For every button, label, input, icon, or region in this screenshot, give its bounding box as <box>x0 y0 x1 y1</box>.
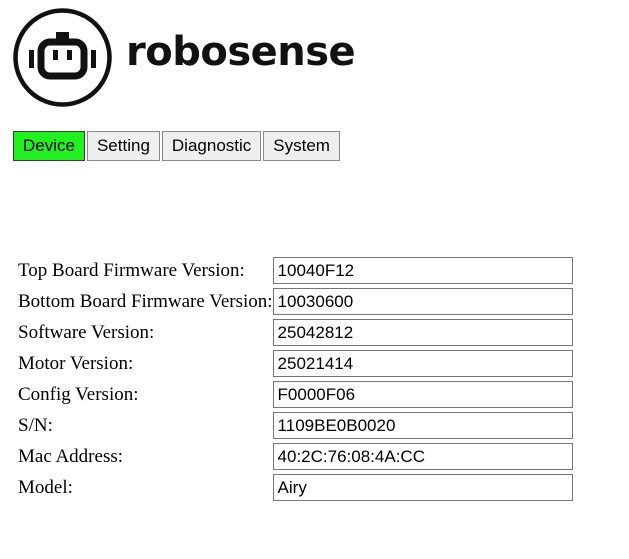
table-row: Software Version: 25042812 <box>18 317 573 348</box>
device-info-table: Top Board Firmware Version: 10040F12 Bot… <box>18 255 573 503</box>
motor-version-field[interactable]: 25021414 <box>272 350 573 377</box>
serial-number-label: S/N: <box>18 414 53 436</box>
table-row: S/N: 1109BE0B0020 <box>18 410 573 441</box>
top-board-firmware-label: Top Board Firmware Version: <box>18 259 245 281</box>
table-row: Top Board Firmware Version: 10040F12 <box>18 255 573 286</box>
tab-system[interactable]: System <box>263 131 340 161</box>
table-row: Bottom Board Firmware Version: 10030600 <box>18 286 573 317</box>
model-label: Model: <box>18 476 73 498</box>
config-version-label: Config Version: <box>18 383 139 405</box>
model-field[interactable]: Airy <box>272 474 573 501</box>
software-version-field[interactable]: 25042812 <box>272 319 573 346</box>
config-version-field[interactable]: F0000F06 <box>272 381 573 408</box>
bottom-board-firmware-field[interactable]: 10030600 <box>272 288 573 315</box>
serial-number-field[interactable]: 1109BE0B0020 <box>272 412 573 439</box>
robosense-logo-icon <box>13 8 112 107</box>
bottom-board-firmware-label: Bottom Board Firmware Version: <box>18 290 273 312</box>
software-version-label: Software Version: <box>18 321 155 343</box>
tab-device[interactable]: Device <box>13 131 85 161</box>
motor-version-label: Motor Version: <box>18 352 134 374</box>
table-row: Config Version: F0000F06 <box>18 379 573 410</box>
mac-address-label: Mac Address: <box>18 445 124 467</box>
table-row: Motor Version: 25021414 <box>18 348 573 379</box>
table-row: Mac Address: 40:2C:76:08:4A:CC <box>18 441 573 472</box>
table-row: Model: Airy <box>18 472 573 503</box>
main-tabs: Device Setting Diagnostic System <box>13 131 342 161</box>
top-board-firmware-field[interactable]: 10040F12 <box>272 257 573 284</box>
tab-diagnostic[interactable]: Diagnostic <box>161 131 262 161</box>
robosense-logo: robosense <box>12 7 356 108</box>
brand-name: robosense <box>126 28 356 75</box>
mac-address-field[interactable]: 40:2C:76:08:4A:CC <box>272 443 573 470</box>
tab-setting[interactable]: Setting <box>86 131 160 161</box>
